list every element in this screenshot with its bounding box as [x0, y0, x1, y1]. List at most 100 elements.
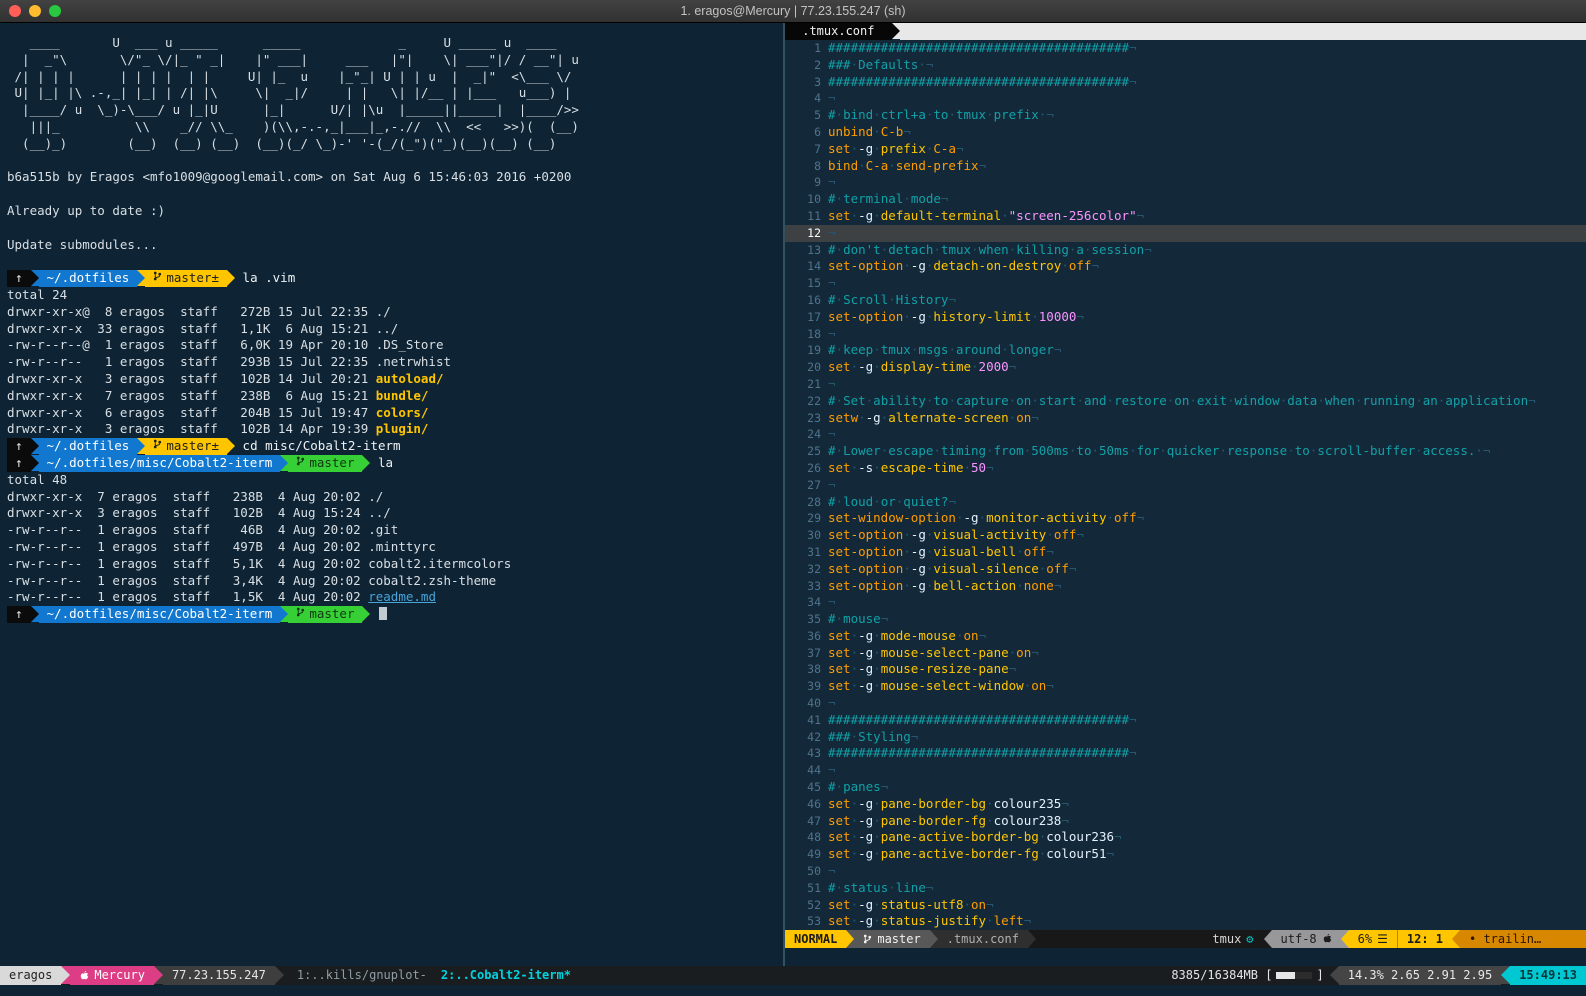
terminal-window: 1. eragos@Mercury | 77.23.155.247 (sh) _… — [0, 0, 1586, 996]
powerline-separator-icon — [154, 966, 163, 984]
space-dot: · — [851, 796, 859, 811]
vim-buffer[interactable]: 1#######################################… — [785, 40, 1586, 930]
vim-line-text: set-option·-g·visual-activity·off¬ — [828, 527, 1084, 544]
syntax-token: set-option — [828, 544, 903, 559]
syntax-token: -g — [858, 829, 873, 844]
tmux-panes: ____ U ___ u _____ _____ _ U _____ u ___… — [0, 23, 1586, 966]
eol-marker-icon: ¬ — [1054, 578, 1062, 593]
syntax-token: -g — [963, 510, 978, 525]
eol-marker-icon: ¬ — [828, 376, 836, 391]
syntax-token: 50 — [971, 460, 986, 475]
space-dot: · — [836, 443, 844, 458]
syntax-token: escape-time — [881, 460, 964, 475]
space-dot: · — [903, 258, 911, 273]
space-dot: · — [1016, 578, 1024, 593]
prompt-arrow: ↑ — [7, 606, 31, 623]
vim-line: 32set-option·-g·visual-silence·off¬ — [785, 561, 1586, 578]
vim-line: 21¬ — [785, 376, 1586, 393]
line-number: 8 — [785, 158, 828, 175]
syntax-token: # — [828, 880, 836, 895]
syntax-token: mouse-select-pane — [881, 645, 1009, 660]
branch-icon — [863, 933, 872, 945]
powerline-separator-icon — [1264, 930, 1272, 948]
space-dot: · — [948, 342, 956, 357]
line-number: 49 — [785, 846, 828, 863]
directory-name: bundle/ — [376, 388, 429, 403]
space-dot: · — [873, 494, 881, 509]
terminal-output-line: total 24 — [7, 287, 777, 304]
shell-pane[interactable]: ____ U ___ u _____ _____ _ U _____ u ___… — [0, 23, 783, 966]
vim-pane[interactable]: .tmux.conf 1############################… — [783, 23, 1586, 966]
vim-line: 45#·panes¬ — [785, 779, 1586, 796]
syntax-token: Set — [843, 393, 866, 408]
tmux-window[interactable]: 1:..kills/gnuplot- — [290, 966, 434, 985]
space-dot: · — [1061, 258, 1069, 273]
syntax-token: monitor-activity — [986, 510, 1106, 525]
syntax-token: scroll-buffer — [1317, 443, 1415, 458]
vim-line: 9¬ — [785, 174, 1586, 191]
vim-line: 43######################################… — [785, 745, 1586, 762]
syntax-token: -g — [911, 527, 926, 542]
syntax-token: killing — [1016, 242, 1069, 257]
syntax-token: set-option — [828, 309, 903, 324]
line-number: 14 — [785, 258, 828, 275]
vim-line: 10#·terminal·mode¬ — [785, 191, 1586, 208]
vim-line-text: #·panes¬ — [828, 779, 888, 796]
syntax-token: mode-mouse — [881, 628, 956, 643]
space-dot: · — [918, 57, 926, 72]
syntax-token: # — [828, 107, 836, 122]
tmux-hostname: Mercury — [70, 966, 154, 985]
syntax-token: # — [828, 242, 836, 257]
eol-marker-icon: ¬ — [1129, 712, 1137, 727]
tmux-ip-address: 77.23.155.247 — [163, 966, 275, 985]
line-number: 42 — [785, 729, 828, 746]
syntax-token: to — [1076, 443, 1091, 458]
syntax-token: quicker — [1167, 443, 1220, 458]
vim-cmdline — [785, 948, 1586, 966]
vim-line-text: ¬ — [828, 174, 836, 191]
syntax-token: mouse-select-window — [881, 678, 1024, 693]
eol-marker-icon: ¬ — [1137, 510, 1145, 525]
vim-line-text: set·-g·mouse-select-window·on¬ — [828, 678, 1054, 695]
line-number: 43 — [785, 745, 828, 762]
line-number: 7 — [785, 141, 828, 158]
syntax-token: on — [964, 628, 979, 643]
line-number: 17 — [785, 309, 828, 326]
minimize-button[interactable] — [29, 5, 41, 17]
vim-line: 16#·Scroll·History¬ — [785, 292, 1586, 309]
line-number: 22 — [785, 393, 828, 410]
space-dot: · — [1189, 393, 1197, 408]
tmux-window-active[interactable]: 2:..Cobalt2-iterm* — [434, 966, 578, 985]
space-dot: · — [888, 880, 896, 895]
command-text: la .vim — [235, 270, 295, 285]
scroll-percent: 6%☰ — [1349, 930, 1397, 948]
syntax-token: Defaults — [858, 57, 918, 72]
readme-link[interactable]: readme.md — [368, 589, 436, 604]
eol-marker-icon: ¬ — [828, 326, 836, 341]
syntax-token: tmux — [881, 342, 911, 357]
zoom-button[interactable] — [49, 5, 61, 17]
powerline-separator-icon — [280, 606, 288, 622]
tab-tmux-conf[interactable]: .tmux.conf — [785, 23, 892, 40]
syntax-token: set-window-option — [828, 510, 956, 525]
syntax-token: colour235 — [994, 796, 1062, 811]
vim-line-text: ¬ — [828, 594, 836, 611]
terminal-output-line: -rw-r--r--@ 1 eragos staff 6,0K 19 Apr 2… — [7, 337, 777, 354]
vim-line: 25#·Lower·escape·timing·from·500ms·to·50… — [785, 443, 1586, 460]
eol-marker-icon: ¬ — [1114, 829, 1122, 844]
tabline-fill — [900, 23, 1586, 40]
syntax-token: default-terminal — [881, 208, 1001, 223]
line-number: 2 — [785, 57, 828, 74]
lines-icon: ☰ — [1377, 930, 1388, 948]
syntax-token: 10000 — [1039, 309, 1077, 324]
close-button[interactable] — [9, 5, 21, 17]
status-spacer — [578, 966, 1165, 985]
syntax-token: C-a — [933, 141, 956, 156]
branch-icon — [153, 270, 162, 282]
vim-line: 2###·Defaults·¬ — [785, 57, 1586, 74]
syntax-token: -g — [858, 645, 873, 660]
vim-line-text: set-option·-g·visual-bell·off¬ — [828, 544, 1054, 561]
eol-marker-icon: ¬ — [926, 880, 934, 895]
titlebar[interactable]: 1. eragos@Mercury | 77.23.155.247 (sh) — [0, 0, 1586, 23]
line-number: 36 — [785, 628, 828, 645]
